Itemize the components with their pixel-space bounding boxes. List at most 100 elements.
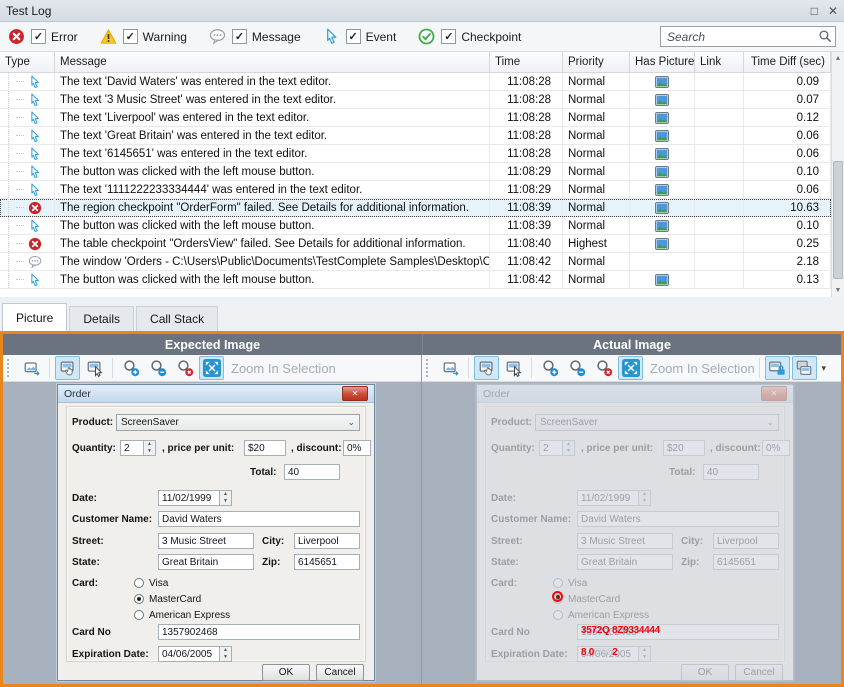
time-diff-cell: 0.09: [744, 73, 831, 90]
fit-to-window-button[interactable]: [618, 356, 643, 380]
diff-highlight-expiration: 8 0/2002: [581, 647, 618, 658]
export-picture-button[interactable]: [438, 356, 463, 380]
table-scrollbar[interactable]: ▲ ▼: [831, 52, 844, 297]
time-diff-cell: 0.25: [744, 235, 831, 252]
table-row[interactable]: The button was clicked with the left mou…: [0, 217, 831, 235]
order-dialog-titlebar: Order ✕: [58, 385, 374, 403]
mastercard-label: MasterCard: [149, 594, 201, 605]
compare-dropdown-icon[interactable]: ▾: [818, 357, 830, 379]
zoom-out-button[interactable]: [145, 356, 170, 380]
event-checkbox[interactable]: ✓: [346, 29, 361, 44]
column-header-priority[interactable]: Priority: [563, 52, 630, 72]
tab-call-stack[interactable]: Call Stack: [136, 306, 218, 331]
log-table: TypeMessageTimePriorityHas PictureLinkTi…: [0, 52, 844, 298]
link-cell: [695, 217, 744, 234]
time-diff-cell: 10.63: [744, 199, 831, 216]
priority-cell: Normal: [563, 253, 630, 270]
filter-toolbar: ✓Error✓Warning✓Message✓Event✓Checkpoint: [0, 22, 844, 52]
table-row[interactable]: The text '3 Music Street' was entered in…: [0, 91, 831, 109]
column-header-message[interactable]: Message: [55, 52, 490, 72]
column-header-time[interactable]: Time: [490, 52, 563, 72]
log-table-body: The text 'David Waters' was entered in t…: [0, 73, 831, 289]
street-field: 3 Music Street: [158, 533, 254, 549]
has-picture-cell: [630, 235, 695, 252]
picture-icon: [655, 274, 669, 286]
zoom-reset-button[interactable]: [591, 356, 616, 380]
zoom-in-selection-label: Zoom In Selection: [650, 361, 755, 376]
fit-to-window-button[interactable]: [199, 356, 224, 380]
visa-label: Visa: [149, 578, 168, 589]
time-cell: 11:08:28: [490, 109, 563, 126]
error-icon: [8, 28, 25, 45]
table-row[interactable]: The text '1111222233334444' was entered …: [0, 181, 831, 199]
table-row[interactable]: The table checkpoint "OrdersView" failed…: [0, 235, 831, 253]
checkpoint-checkbox[interactable]: ✓: [441, 29, 456, 44]
type-cell: [0, 217, 55, 234]
table-row[interactable]: The text 'David Waters' was entered in t…: [0, 73, 831, 91]
warning-checkbox[interactable]: ✓: [123, 29, 138, 44]
maximize-icon[interactable]: □: [811, 5, 818, 17]
product-value: ScreenSaver: [121, 417, 179, 428]
column-header-has-picture[interactable]: Has Picture: [630, 52, 695, 72]
zoom-reset-button[interactable]: [172, 356, 197, 380]
close-icon[interactable]: ✕: [828, 5, 838, 17]
scrollbar-thumb[interactable]: [833, 161, 843, 279]
column-header-type[interactable]: Type: [0, 52, 55, 72]
table-row[interactable]: The button was clicked with the left mou…: [0, 271, 831, 289]
priority-cell: Normal: [563, 199, 630, 216]
table-row[interactable]: The text 'Great Britain' was entered in …: [0, 127, 831, 145]
priority-cell: Highest: [563, 235, 630, 252]
select-tool-button[interactable]: [501, 356, 526, 380]
pan-tool-button[interactable]: [474, 356, 499, 380]
order-dialog: Order ✕ Product: ScreenSaver ⌄: [57, 384, 375, 681]
time-cell: 11:08:39: [490, 217, 563, 234]
tab-details[interactable]: Details: [69, 306, 134, 331]
scrollbar-track[interactable]: [832, 65, 844, 284]
table-row[interactable]: The text 'Liverpool' was entered in the …: [0, 109, 831, 127]
compare-view-button[interactable]: [792, 356, 817, 380]
toolbar-grip[interactable]: [426, 359, 433, 377]
pan-tool-button[interactable]: [55, 356, 80, 380]
table-row[interactable]: The button was clicked with the left mou…: [0, 163, 831, 181]
priority-cell: Normal: [563, 271, 630, 288]
expected-image-header: Expected Image: [3, 334, 422, 355]
export-picture-button[interactable]: [19, 356, 44, 380]
time-cell: 11:08:42: [490, 271, 563, 288]
link-cell: [695, 163, 744, 180]
ok-button: OK: [262, 664, 310, 681]
error-checkbox[interactable]: ✓: [31, 29, 46, 44]
column-header-time-diff-sec[interactable]: Time Diff (sec): [744, 52, 831, 72]
picture-icon: [655, 112, 669, 124]
picture-panel: Expected Image Actual Image Zoom In Sele…: [0, 331, 844, 687]
time-cell: 11:08:28: [490, 91, 563, 108]
price-per-unit-label: , price per unit:: [162, 443, 234, 454]
date-label: Date:: [72, 493, 97, 504]
tab-picture[interactable]: Picture: [2, 303, 67, 331]
time-diff-cell: 0.06: [744, 181, 831, 198]
message-checkbox[interactable]: ✓: [232, 29, 247, 44]
zoom-in-button[interactable]: [537, 356, 562, 380]
select-tool-button[interactable]: [82, 356, 107, 380]
table-row[interactable]: The region checkpoint "OrderForm" failed…: [0, 199, 831, 217]
expected-image-area[interactable]: Order ✕ Product: ScreenSaver ⌄: [3, 382, 421, 684]
table-row[interactable]: The text '6145651' was entered in the te…: [0, 145, 831, 163]
table-row[interactable]: The window 'Orders - C:\Users\Public\Doc…: [0, 253, 831, 271]
scroll-down-icon[interactable]: ▼: [832, 284, 844, 297]
column-header-link[interactable]: Link: [695, 52, 744, 72]
date-spinner: ▲▼: [220, 490, 232, 506]
product-combobox: ScreenSaver ⌄: [116, 414, 360, 431]
link-cell: [695, 271, 744, 288]
scroll-up-icon[interactable]: ▲: [832, 52, 844, 65]
actual-image-area[interactable]: Order ✕ Product: ScreenSaver ⌄: [422, 382, 841, 684]
zoom-out-button[interactable]: [564, 356, 589, 380]
price-field: $20: [244, 440, 286, 456]
toolbar-grip[interactable]: [7, 359, 14, 377]
time-diff-cell: 0.06: [744, 127, 831, 144]
radio-american-express: [134, 610, 144, 620]
lock-picture-button[interactable]: [765, 356, 790, 380]
type-cell: [0, 235, 55, 252]
search-input[interactable]: [660, 26, 836, 47]
picture-icon: [655, 202, 669, 214]
zoom-in-button[interactable]: [118, 356, 143, 380]
pane-headers: Expected Image Actual Image: [3, 334, 841, 355]
